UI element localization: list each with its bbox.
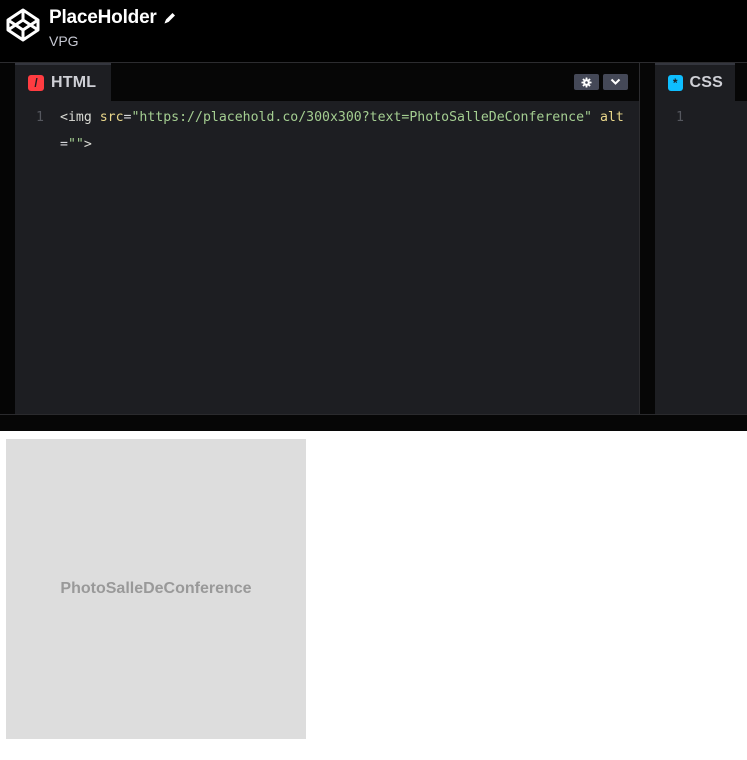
- html-tab-label: HTML: [51, 74, 97, 91]
- editor-left-gutter: [0, 63, 15, 414]
- placeholder-image: PhotoSalleDeConference: [6, 439, 306, 739]
- html-badge-icon: /: [28, 75, 44, 91]
- pane-resizer[interactable]: [639, 63, 655, 414]
- placeholder-image-text: PhotoSalleDeConference: [60, 580, 252, 597]
- pen-title[interactable]: PlaceHolder: [49, 6, 157, 30]
- code-token-attr: src: [99, 110, 124, 125]
- settings-button[interactable]: [574, 74, 599, 90]
- pen-owner[interactable]: VPG: [49, 32, 79, 50]
- codepen-app: PlaceHolder VPG / HTML 1 <img src="https…: [0, 0, 747, 760]
- chevron-down-icon: [610, 78, 621, 85]
- collapse-button[interactable]: [603, 74, 628, 90]
- codepen-logo-icon[interactable]: [5, 7, 41, 43]
- html-code-editor[interactable]: 1 <img src = "https://placehold.co/300x300…: [15, 101, 639, 414]
- html-editor-pane: / HTML 1 <img src="https://placehold.co/…: [15, 63, 639, 414]
- tab-css[interactable]: * CSS: [655, 63, 735, 101]
- css-editor-pane: * CSS 1: [655, 63, 747, 414]
- code-token-string: "": [67, 137, 84, 152]
- editor-area: / HTML 1 <img src="https://placehold.co/…: [0, 62, 747, 432]
- code-line[interactable]: <img src = "https://placehold.co/300x300?t…: [60, 104, 630, 158]
- html-pane-controls: [574, 74, 628, 90]
- gear-icon: [581, 76, 592, 88]
- result-preview: PhotoSalleDeConference: [0, 431, 747, 760]
- code-token-tag: >: [83, 137, 92, 152]
- css-pane-header: * CSS: [655, 63, 747, 101]
- html-pane-header: / HTML: [15, 63, 639, 101]
- css-code-editor[interactable]: 1: [655, 101, 747, 414]
- code-token-attr: alt: [599, 110, 624, 125]
- pencil-icon[interactable]: [162, 10, 178, 26]
- pen-header: PlaceHolder VPG: [0, 0, 747, 62]
- css-tab-label: CSS: [689, 74, 723, 91]
- css-badge-icon: *: [668, 75, 683, 91]
- editor-resize-bar[interactable]: [0, 414, 747, 432]
- code-token-string: "https://placehold.co/300x300?text=Photo…: [131, 110, 592, 125]
- code-token-tag: <img: [60, 110, 100, 125]
- code-token-eq: =: [60, 137, 68, 152]
- line-number: 1: [676, 110, 684, 125]
- tab-html[interactable]: / HTML: [15, 63, 111, 101]
- line-number: 1: [36, 110, 44, 125]
